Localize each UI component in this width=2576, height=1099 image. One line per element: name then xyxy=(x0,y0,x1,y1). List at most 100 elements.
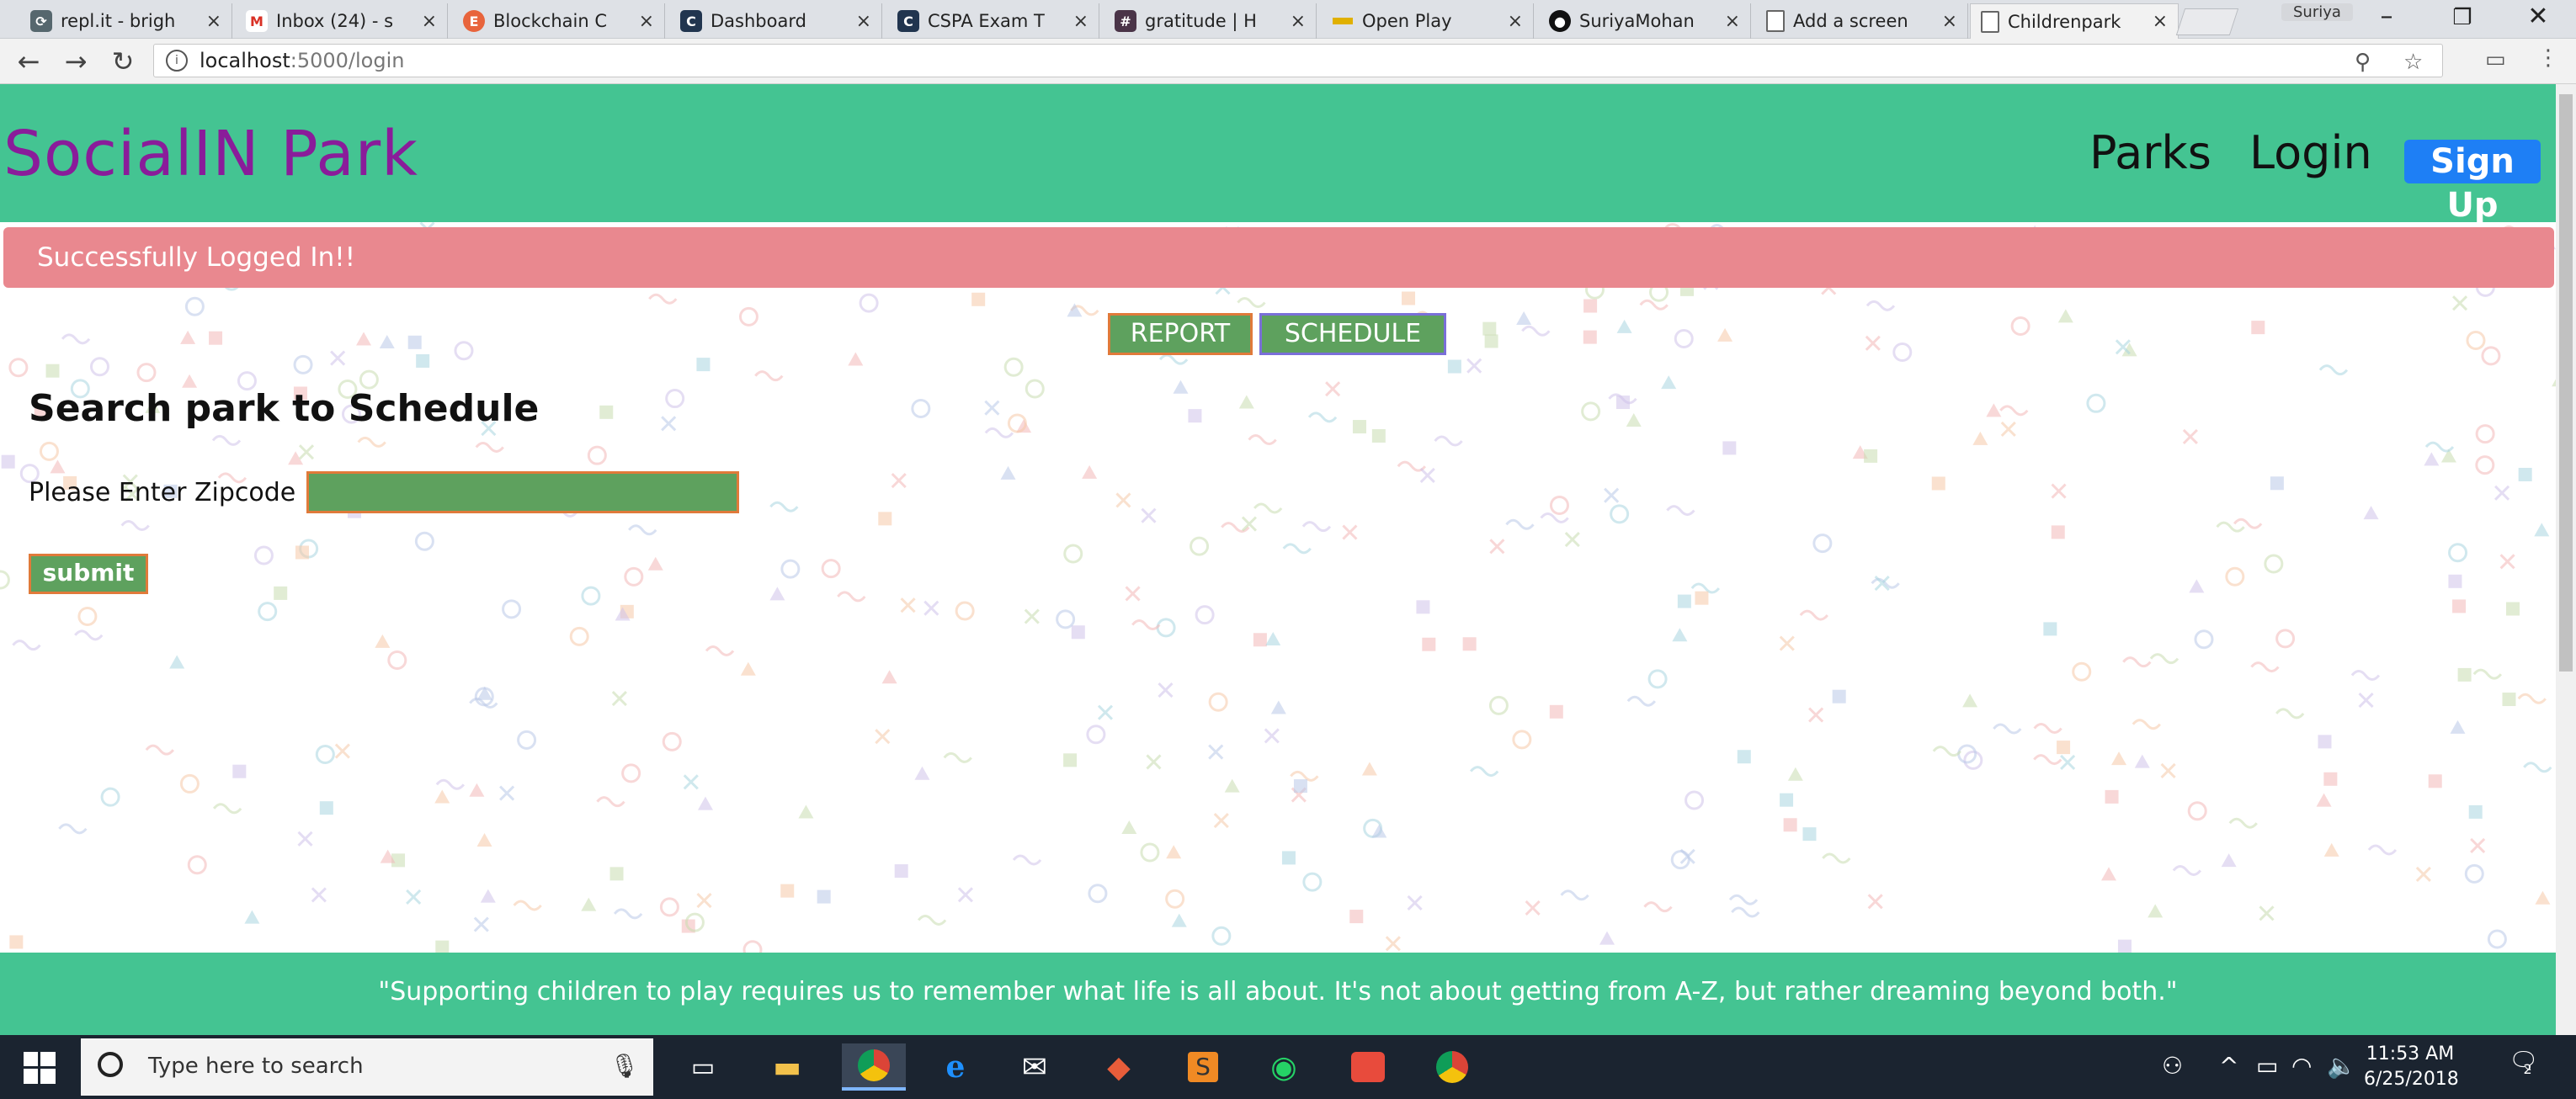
zoom-icon[interactable]: ⚲ xyxy=(2355,50,2371,75)
confetti-shape xyxy=(2323,842,2339,857)
confetti-shape xyxy=(180,330,196,344)
confetti-shape xyxy=(1615,396,1630,410)
window-close-icon[interactable]: ✕ xyxy=(2509,2,2568,31)
forward-arrow-icon[interactable]: → xyxy=(57,45,94,77)
nav-parks-link[interactable]: Parks xyxy=(2089,126,2211,179)
bookmark-star-icon[interactable]: ☆ xyxy=(2403,50,2423,75)
cast-icon[interactable]: ▭ xyxy=(2485,47,2506,72)
confetti-shape xyxy=(2358,692,2374,709)
confetti-shape xyxy=(1141,507,1157,523)
close-icon[interactable]: × xyxy=(206,11,221,32)
zipcode-label: Please Enter Zipcode xyxy=(29,478,296,507)
close-icon[interactable]: × xyxy=(1942,11,1957,32)
confetti-shape xyxy=(469,783,485,797)
confetti-shape xyxy=(2318,735,2332,749)
confetti-shape xyxy=(1140,842,1160,863)
reload-icon[interactable]: ↻ xyxy=(104,45,141,77)
confetti-shape xyxy=(1000,465,1016,480)
browser-tab[interactable]: C CSPA Exam T × xyxy=(887,3,1099,39)
profile-name[interactable]: Suriya xyxy=(2281,3,2353,21)
confetti-shape xyxy=(1808,707,1824,723)
maximize-icon[interactable]: ❐ xyxy=(2433,5,2492,30)
brand-logo[interactable]: SocialIN Park xyxy=(3,118,418,190)
confetti-shape xyxy=(1025,379,1045,399)
address-bar[interactable]: i localhost:5000/login ⚲ ☆ xyxy=(153,44,2443,77)
back-arrow-icon[interactable]: ← xyxy=(10,45,47,77)
confetti-shape xyxy=(1307,411,1338,423)
new-tab-button[interactable] xyxy=(2175,8,2239,35)
wifi-icon[interactable]: ◠ xyxy=(2291,1052,2312,1080)
nav-login-link[interactable]: Login xyxy=(2249,126,2372,179)
confetti-shape xyxy=(1208,744,1224,760)
confetti-shape xyxy=(2105,789,2119,804)
close-icon[interactable]: × xyxy=(2153,11,2168,32)
signup-button[interactable]: Sign Up xyxy=(2404,140,2541,225)
browser-tab[interactable]: # gratitude | H × xyxy=(1104,3,1317,39)
info-icon[interactable]: i xyxy=(166,50,188,72)
browser-tab[interactable]: ⟳ repl.it - brigh × xyxy=(20,3,232,39)
scrollbar-thumb[interactable] xyxy=(2559,94,2573,672)
browser-tab[interactable]: C Dashboard × xyxy=(670,3,882,39)
close-icon[interactable]: × xyxy=(1508,11,1523,32)
confetti-shape xyxy=(1270,700,1286,714)
confetti-shape xyxy=(2033,723,2062,735)
confetti-shape xyxy=(1156,618,1176,638)
action-center-icon[interactable]: 🗨2 xyxy=(2509,1047,2547,1077)
confetti-shape xyxy=(1352,420,1366,434)
chrome-profile-icon[interactable] xyxy=(1428,1043,1477,1091)
close-icon[interactable]: × xyxy=(1073,11,1088,32)
confetti-shape xyxy=(1224,778,1240,793)
confetti-shape xyxy=(1466,358,1482,374)
close-icon[interactable]: × xyxy=(1725,11,1740,32)
confetti-shape xyxy=(2233,518,2263,529)
confetti-shape xyxy=(1121,820,1137,835)
camera-app-icon[interactable] xyxy=(1344,1043,1392,1091)
taskbar-search-box[interactable]: Type here to search 🎙 xyxy=(81,1038,653,1096)
confetti-shape xyxy=(1253,502,1283,514)
git-icon[interactable]: ◆ xyxy=(1094,1043,1143,1091)
confetti-shape xyxy=(1342,524,1358,540)
taskbar-clock[interactable]: 11:53 AM 6/25/2018 xyxy=(2364,1042,2459,1092)
confetti-shape xyxy=(665,389,685,409)
minimize-icon[interactable]: – xyxy=(2357,2,2416,31)
windows-start-icon[interactable] xyxy=(24,1052,56,1084)
file-explorer-icon[interactable]: ▬ xyxy=(763,1043,812,1091)
confetti-shape xyxy=(2221,853,2237,868)
edge-icon[interactable]: e xyxy=(931,1043,980,1091)
mail-icon[interactable]: ✉ xyxy=(1010,1043,1059,1091)
confetti-shape xyxy=(319,801,333,815)
people-icon[interactable]: ⚇ xyxy=(2162,1052,2183,1080)
confetti-shape xyxy=(2506,602,2520,616)
close-icon[interactable]: × xyxy=(856,11,871,32)
close-icon[interactable]: × xyxy=(422,11,437,32)
confetti-shape xyxy=(769,587,785,601)
task-view-icon[interactable]: ▭ xyxy=(679,1043,727,1091)
browser-tab[interactable]: M Inbox (24) - s × xyxy=(236,3,448,39)
chrome-icon[interactable] xyxy=(842,1043,906,1091)
zipcode-input[interactable] xyxy=(306,471,739,513)
battery-icon[interactable]: ▭ xyxy=(2256,1052,2278,1080)
confetti-shape xyxy=(1003,357,1024,377)
confetti-shape xyxy=(311,887,327,903)
volume-icon[interactable]: 🔈 xyxy=(2327,1052,2356,1080)
confetti-shape xyxy=(2051,483,2067,499)
sublime-icon[interactable]: S xyxy=(1179,1043,1227,1091)
browser-tab[interactable]: Open Play × xyxy=(1322,3,1534,39)
confetti-shape xyxy=(375,634,391,648)
whatsapp-icon[interactable]: ◉ xyxy=(1259,1043,1308,1091)
report-button[interactable]: REPORT xyxy=(1108,313,1253,355)
schedule-button[interactable]: SCHEDULE xyxy=(1259,313,1446,355)
close-icon[interactable]: × xyxy=(639,11,654,32)
show-hidden-icons-chevron[interactable]: ^ xyxy=(2219,1052,2238,1080)
microphone-icon[interactable]: 🎙 xyxy=(609,1052,640,1080)
browser-tab[interactable]: E Blockchain C × xyxy=(453,3,665,39)
browser-tab[interactable]: Add a screen × xyxy=(1756,3,1968,39)
confetti-shape xyxy=(740,661,756,676)
submit-button[interactable]: submit xyxy=(29,554,148,594)
browser-tab[interactable]: ● SuriyaMohan × xyxy=(1539,3,1751,39)
menu-kebab-icon[interactable]: ⋮ xyxy=(2537,45,2559,71)
close-icon[interactable]: × xyxy=(1291,11,1306,32)
browser-tab-active[interactable]: Childrenpark × xyxy=(1970,3,2179,39)
confetti-shape xyxy=(1525,900,1541,916)
confetti-shape xyxy=(2428,774,2442,788)
